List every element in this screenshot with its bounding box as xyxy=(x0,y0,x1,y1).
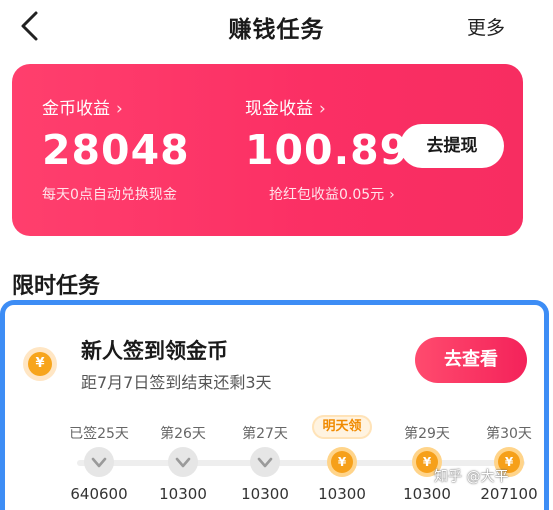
day-label: 第30天 xyxy=(486,426,532,442)
cash-earnings-label: 现金收益 xyxy=(245,99,313,119)
day-label: 第27天 xyxy=(242,426,288,442)
coins-earnings-value: 28048 xyxy=(42,126,190,174)
view-task-button[interactable]: 去查看 xyxy=(415,337,527,383)
withdraw-button[interactable]: 去提现 xyxy=(400,124,504,168)
gold-coin-icon: ¥ xyxy=(327,447,357,477)
coins-earnings-note: 每天0点自动兑换现金 xyxy=(42,187,177,203)
coin-symbol: ¥ xyxy=(331,451,353,473)
section-title: 限时任务 xyxy=(12,274,101,299)
cash-earnings-value: 100.89 xyxy=(245,126,410,174)
red-packet-earnings-note: 抢红包收益0.05元 xyxy=(269,187,385,203)
chevron-right-icon: › xyxy=(319,99,326,119)
red-packet-earnings-link[interactable]: 抢红包收益0.05元 › xyxy=(269,184,395,204)
day-label: 已签25天 xyxy=(69,426,129,442)
coin-symbol: ¥ xyxy=(28,352,52,376)
chevron-right-icon: › xyxy=(389,187,395,203)
day-reward-amount: 10300 xyxy=(403,485,451,503)
tomorrow-badge: 明天领 xyxy=(312,415,372,439)
cash-earnings-link[interactable]: 现金收益 › xyxy=(245,94,326,119)
coins-earnings-link[interactable]: 金币收益 › xyxy=(42,94,123,119)
earnings-card: 金币收益 › 28048 每天0点自动兑换现金 现金收益 › 100.89 抢红包收… xyxy=(12,64,523,236)
day-reward-amount: 207100 xyxy=(480,485,538,503)
task-title: 新人签到领金币 xyxy=(81,339,228,363)
task-subtitle: 距7月7日签到结束还剩3天 xyxy=(81,373,272,392)
checkmark-icon xyxy=(84,447,114,477)
watermark: 知乎 @大平 xyxy=(434,469,509,485)
gold-coin-icon: ¥ xyxy=(23,347,57,381)
day-label: 第26天 xyxy=(160,426,206,442)
top-nav-bar: 赚钱任务 更多 xyxy=(0,0,553,52)
checkmark-icon xyxy=(250,447,280,477)
more-button[interactable]: 更多 xyxy=(467,13,505,40)
day-reward-amount: 10300 xyxy=(159,485,207,503)
day-reward-amount: 10300 xyxy=(318,485,366,503)
chevron-right-icon: › xyxy=(116,99,123,119)
coins-earnings-label: 金币收益 xyxy=(42,99,110,119)
day-reward-amount: 10300 xyxy=(241,485,289,503)
checkmark-icon xyxy=(168,447,198,477)
day-reward-amount: 640600 xyxy=(70,485,128,503)
day-label: 第29天 xyxy=(404,426,450,442)
